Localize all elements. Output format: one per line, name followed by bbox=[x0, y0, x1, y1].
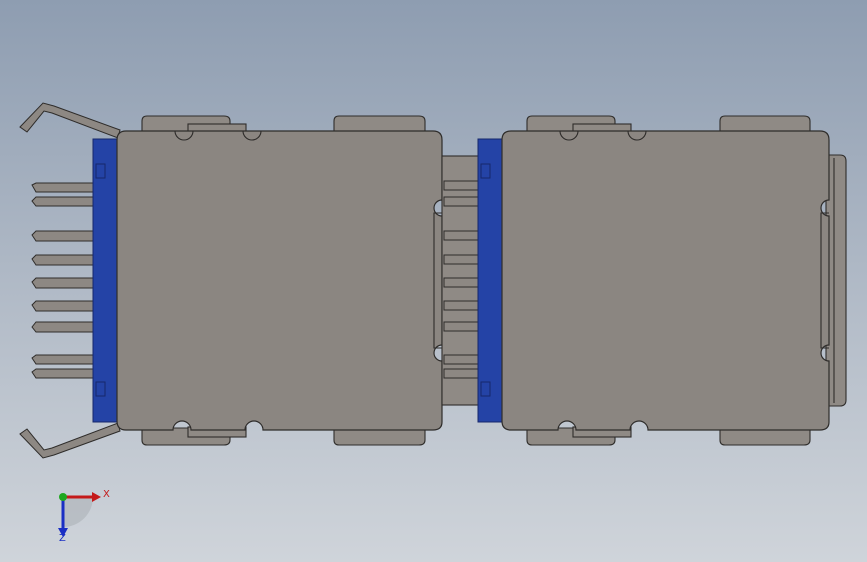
cad-viewport[interactable]: X Z bbox=[0, 0, 867, 562]
z-axis-label: Z bbox=[59, 533, 66, 544]
x-axis-arrowhead bbox=[92, 492, 101, 502]
left-housing bbox=[116, 130, 443, 431]
right-insulator bbox=[477, 138, 503, 423]
x-axis-label: X bbox=[103, 489, 110, 500]
right-housing bbox=[501, 130, 830, 431]
left-spring-clip-top bbox=[19, 102, 121, 139]
y-axis-origin bbox=[59, 493, 67, 501]
coordinate-triad: X Z bbox=[58, 489, 110, 544]
left-spring-clip-bottom bbox=[19, 422, 121, 459]
connector-assembly-drawing: X Z bbox=[19, 102, 847, 544]
left-insulator bbox=[92, 138, 119, 423]
